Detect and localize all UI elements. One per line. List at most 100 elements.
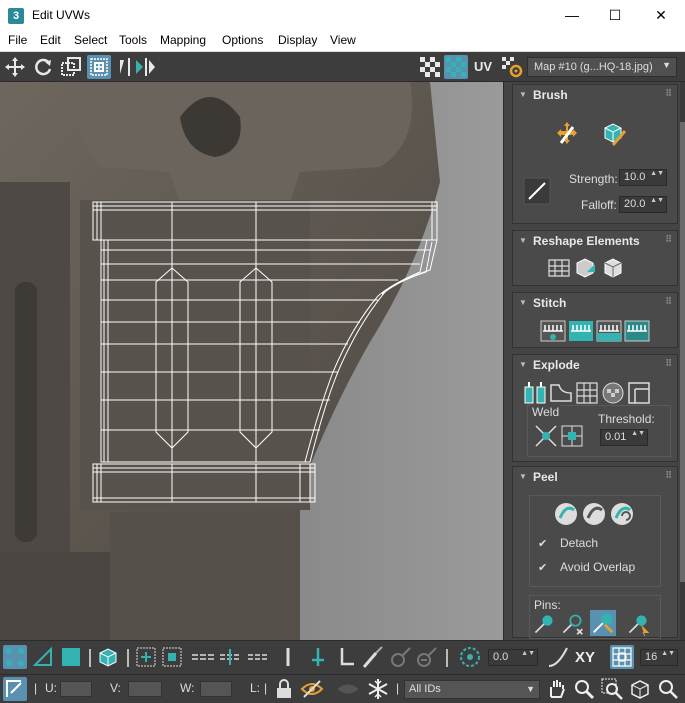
checker-icon[interactable] [418,55,442,79]
menu-display[interactable]: Display [278,33,317,47]
spinner-arrows-icon[interactable]: ▲▼ [661,650,675,657]
texture-map-dropdown[interactable]: Map #10 (g...HQ-18.jpg) ▼ [527,57,677,77]
paint-shrink-icon[interactable] [414,645,438,669]
paint-select-icon[interactable] [360,645,384,669]
reset-peel-icon[interactable] [608,500,636,528]
lock-selection-icon[interactable] [272,677,296,701]
freeze-icon[interactable] [366,677,390,701]
zoom-extents-icon[interactable] [628,677,652,701]
relax-icon[interactable] [571,254,599,282]
minimize-button[interactable]: — [549,0,595,31]
spinner-arrows-icon[interactable]: ▲▼ [631,430,645,437]
reshape-rollout-header[interactable]: ▼ Reshape Elements ⠿ [513,231,677,251]
v-coordinate-field[interactable] [128,681,162,697]
xy-space-toggle[interactable]: XY [575,649,595,666]
pan-icon[interactable] [544,677,568,701]
hide-icon[interactable] [300,677,324,701]
panel-scrollbar[interactable] [680,82,685,640]
peel-mode-icon[interactable] [580,500,608,528]
w-coordinate-field[interactable] [200,681,232,697]
grid-snap-icon[interactable] [610,645,634,669]
grid-size-spinner[interactable]: 16 ▲▼ [640,649,678,666]
uv-editor-viewport[interactable] [0,82,503,640]
freeform-icon[interactable] [87,55,111,79]
quick-peel-icon[interactable] [552,500,580,528]
falloff-spinner[interactable]: 20.0 ▲▼ [619,196,667,213]
peel-rollout-header[interactable]: ▼ Peel ⠿ [513,467,677,487]
threshold-spinner[interactable]: 0.01 ▲▼ [600,429,648,446]
edge-to-seam-icon[interactable] [334,645,358,669]
mirror-teal-icon[interactable] [133,55,157,79]
move-icon[interactable] [3,55,27,79]
falloff-value: 20.0 [624,198,646,210]
avoid-overlap-checkbox[interactable]: ✔ [538,562,550,574]
loop-select-icon[interactable] [190,645,214,669]
flatten-by-material-icon[interactable] [599,379,627,407]
stitch-custom-icon[interactable] [539,317,567,345]
stitch-rollout-header[interactable]: ▼ Stitch ⠿ [513,293,677,313]
edge-mode-icon[interactable] [31,645,55,669]
rotate-icon[interactable] [31,55,55,79]
vertical-edge-icon[interactable] [276,645,300,669]
relax-settings-icon[interactable] [599,254,627,282]
menu-file[interactable]: File [8,33,27,47]
explode-rollout-header[interactable]: ▼ Explode ⠿ [513,355,677,375]
map-settings-icon[interactable] [500,55,524,79]
shrink-selection-icon[interactable] [160,645,184,669]
point-to-point-icon[interactable] [306,645,330,669]
paint-grow-icon[interactable] [388,645,412,669]
scale-icon[interactable] [59,55,83,79]
show-map-icon[interactable] [444,55,468,79]
zoom-selected-icon[interactable] [656,677,680,701]
ring-select-icon[interactable] [218,645,242,669]
break-by-smoothing-icon[interactable] [547,379,575,407]
falloff-curve-icon[interactable] [546,645,570,669]
u-coordinate-field[interactable] [60,681,92,697]
brush-stroke-icon[interactable] [523,177,551,205]
unpin-icon[interactable] [560,612,584,636]
grow-selection-icon[interactable] [134,645,158,669]
menu-edit[interactable]: Edit [40,33,61,47]
weld-selected-icon[interactable] [532,422,560,450]
absolute-offset-icon[interactable] [3,677,27,701]
close-button[interactable]: ✕ [638,0,684,31]
straighten-selection-icon[interactable] [545,254,573,282]
relax-brush-icon[interactable] [599,119,627,147]
flatten-by-smoothing-icon[interactable] [625,379,653,407]
soft-select-icon[interactable] [458,645,482,669]
stitch-average-icon[interactable] [595,317,623,345]
auto-pin-icon[interactable] [590,610,616,636]
panel-scroll-thumb[interactable] [680,122,685,582]
zoom-icon[interactable] [572,677,596,701]
uv-canvas[interactable] [0,82,503,640]
ring-grow-icon[interactable] [246,645,270,669]
break-by-polygon-id-icon[interactable] [521,379,549,407]
detach-checkbox[interactable]: ✔ [538,538,550,550]
menu-options[interactable]: Options [222,33,263,47]
menu-mapping[interactable]: Mapping [160,33,206,47]
stitch-to-source-icon[interactable] [567,317,595,345]
menu-tools[interactable]: Tools [119,33,147,47]
brush-rollout-header[interactable]: ▼ Brush ⠿ [513,85,677,105]
spinner-arrows-icon[interactable]: ▲▼ [650,170,664,177]
menu-view[interactable]: View [330,33,356,47]
paint-move-brush-icon[interactable] [553,119,581,147]
spinner-arrows-icon[interactable]: ▲▼ [521,650,535,657]
uv-axis-label[interactable]: UV [474,59,492,74]
rotate-angle-spinner[interactable]: 0.0 ▲▼ [488,649,538,666]
face-mode-icon[interactable] [59,645,83,669]
menu-select[interactable]: Select [74,33,107,47]
strength-spinner[interactable]: 10.0 ▲▼ [619,169,667,186]
spinner-arrows-icon[interactable]: ▲▼ [650,197,664,204]
pin-icon[interactable] [532,612,556,636]
weld-all-selected-icon[interactable] [558,422,586,450]
maximize-button[interactable]: ☐ [592,0,638,31]
flatten-by-polygon-icon[interactable] [573,379,601,407]
stitch-to-target-icon[interactable] [623,317,651,345]
zoom-region-icon[interactable] [600,677,624,701]
select-pins-icon[interactable] [626,612,650,636]
show-icon[interactable] [336,677,360,701]
vertex-mode-icon[interactable] [3,645,27,669]
element-mode-icon[interactable] [96,645,120,669]
material-id-dropdown[interactable]: All IDs ▼ [404,680,540,699]
